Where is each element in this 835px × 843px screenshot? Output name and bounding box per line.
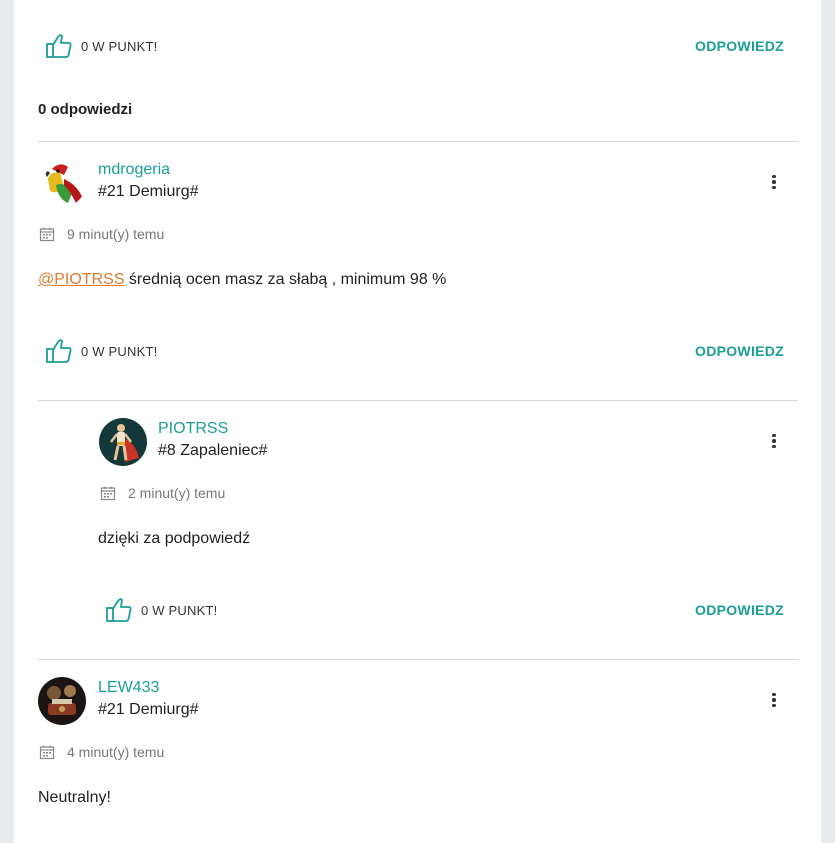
comment-time: 9 minut(y) temu bbox=[67, 226, 165, 242]
divider bbox=[38, 400, 798, 401]
reply-button[interactable]: ODPOWIEDZ bbox=[695, 602, 784, 618]
comment-meta: 4 minut(y) temu bbox=[39, 744, 164, 760]
thumbs-up-icon bbox=[106, 598, 132, 622]
reply-rank: #8 Zapaleniec# bbox=[158, 442, 268, 459]
comment-text: średnią ocen masz za słabą , minimum 98 … bbox=[124, 271, 447, 288]
comment-body: Neutralny! bbox=[38, 789, 111, 806]
like-button[interactable]: 0 W PUNKT! bbox=[45, 33, 157, 59]
reply-button[interactable]: ODPOWIEDZ bbox=[695, 343, 784, 359]
comment-username[interactable]: LEW433 bbox=[98, 679, 159, 697]
more-dot bbox=[772, 439, 776, 443]
comment-time: 4 minut(y) temu bbox=[67, 744, 165, 760]
reply-username[interactable]: PIOTRSS bbox=[158, 420, 228, 438]
comment-rank: #21 Demiurg# bbox=[98, 183, 199, 200]
more-dot bbox=[772, 174, 776, 179]
replies-count: 0 odpowiedzi bbox=[38, 101, 133, 118]
more-dot bbox=[772, 185, 776, 190]
calendar-icon bbox=[39, 227, 55, 242]
superhero-avatar[interactable] bbox=[99, 418, 147, 466]
more-dot bbox=[772, 692, 776, 697]
divider bbox=[38, 141, 798, 142]
more-options-button[interactable] bbox=[764, 431, 784, 451]
calendar-icon bbox=[39, 745, 55, 760]
more-dot bbox=[772, 703, 776, 708]
calendar-icon bbox=[100, 486, 116, 501]
more-dot bbox=[772, 433, 776, 438]
more-dot bbox=[772, 180, 776, 184]
comments-card: 0 W PUNKT! ODPOWIEDZ 0 odpowiedzi mdroge… bbox=[14, 0, 821, 843]
like-label: 0 W PUNKT! bbox=[141, 602, 218, 618]
comment-rank: #21 Demiurg# bbox=[98, 701, 199, 718]
divider bbox=[38, 659, 798, 660]
parrot-avatar[interactable] bbox=[38, 159, 86, 207]
like-button[interactable]: 0 W PUNKT! bbox=[45, 338, 157, 364]
reply-meta: 2 minut(y) temu bbox=[100, 485, 225, 501]
more-options-button[interactable] bbox=[764, 690, 784, 710]
photo-avatar[interactable] bbox=[38, 677, 86, 725]
reply-button[interactable]: ODPOWIEDZ bbox=[695, 38, 784, 54]
more-options-button[interactable] bbox=[764, 172, 784, 192]
reply-body: dzięki za podpowiedź bbox=[98, 530, 251, 547]
like-button[interactable]: 0 W PUNKT! bbox=[105, 597, 217, 623]
comment-username[interactable]: mdrogeria bbox=[98, 161, 170, 179]
like-label: 0 W PUNKT! bbox=[81, 38, 158, 54]
comment-body: @PIOTRSS średnią ocen masz za słabą , mi… bbox=[38, 271, 446, 289]
comment-meta: 9 minut(y) temu bbox=[39, 226, 164, 242]
reply-time: 2 minut(y) temu bbox=[128, 485, 226, 501]
mention-link[interactable]: @PIOTRSS bbox=[38, 271, 124, 288]
like-label: 0 W PUNKT! bbox=[81, 343, 158, 359]
thumbs-up-icon bbox=[46, 34, 72, 58]
thumbs-up-icon bbox=[46, 339, 72, 363]
more-dot bbox=[772, 444, 776, 449]
more-dot bbox=[772, 698, 776, 702]
